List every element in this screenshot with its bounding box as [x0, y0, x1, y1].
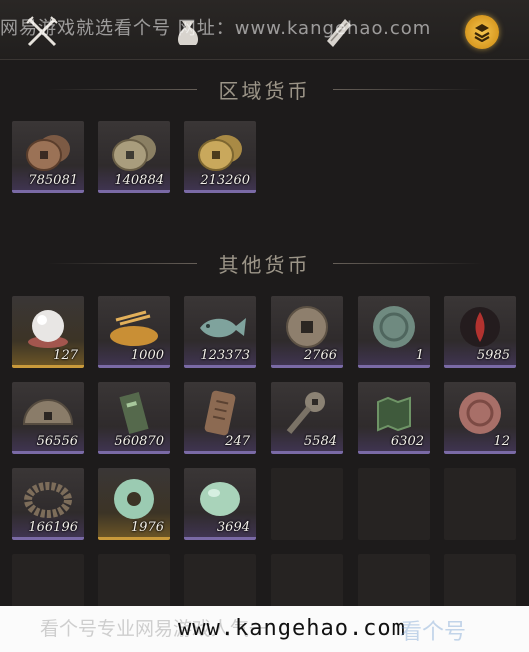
item-count: 213260	[200, 173, 250, 188]
tab-pouch[interactable]	[168, 12, 208, 52]
jade-stone-icon	[192, 474, 248, 524]
currency-tile[interactable]: 2766	[271, 296, 343, 368]
currency-tile[interactable]: 5584	[271, 382, 343, 454]
red-flame-token-icon	[452, 302, 508, 352]
item-count: 5584	[303, 434, 337, 449]
grain-pile-icon	[106, 302, 162, 352]
item-count: 166196	[28, 520, 78, 535]
silver-coin-stack-icon	[106, 127, 162, 177]
currency-tile[interactable]: 166196	[12, 468, 84, 540]
item-count: 123373	[200, 348, 250, 363]
gold-coin-stack-icon	[192, 127, 248, 177]
empty-slot	[271, 468, 343, 540]
item-count: 1	[415, 348, 424, 363]
item-count: 785081	[28, 173, 78, 188]
jade-fish-icon	[192, 302, 248, 352]
spade-coin-icon	[279, 388, 335, 438]
coin-stack-icon	[465, 15, 499, 49]
top-tab-bar: 网易游戏就选看个号 网址：www.kangehao.com	[0, 0, 529, 60]
tab-scroll[interactable]	[318, 12, 358, 52]
divider-left	[46, 262, 197, 264]
item-count: 6302	[390, 434, 424, 449]
bronze-coin-icon	[279, 302, 335, 352]
banner-logo: 看个号	[400, 620, 467, 645]
jade-bi-disc-icon	[106, 474, 162, 524]
currency-tile[interactable]: 5985	[444, 296, 516, 368]
divider-right	[332, 262, 483, 264]
currency-tile[interactable]: 56556	[12, 382, 84, 454]
crossed-swords-icon	[26, 16, 58, 47]
currency-tile[interactable]: 1000	[98, 296, 170, 368]
bottom-banner: 看个号专业网易游戏人气一 www.kangehao.com 看个号	[0, 606, 529, 652]
scroll-icon	[327, 19, 351, 47]
tab-currency[interactable]	[462, 12, 502, 52]
item-count: 56556	[36, 434, 78, 449]
divider-right	[332, 88, 483, 90]
currency-tile[interactable]: 127	[12, 296, 84, 368]
item-count: 5985	[476, 348, 510, 363]
jade-tablet-icon	[106, 388, 162, 438]
item-count: 247	[225, 434, 250, 449]
bead-bracelet-icon	[20, 474, 76, 524]
watermark-top: 网易游戏就选看个号 网址：www.kangehao.com	[0, 18, 432, 39]
item-count: 12	[493, 434, 510, 449]
copper-coin-stack-icon	[20, 127, 76, 177]
currency-tile[interactable]: 1	[358, 296, 430, 368]
item-count: 1000	[130, 348, 164, 363]
divider-left	[46, 88, 197, 90]
currency-tile[interactable]: 560870	[98, 382, 170, 454]
half-coin-icon	[20, 388, 76, 438]
map-fragment-icon	[366, 388, 422, 438]
jade-medallion-icon	[366, 302, 422, 352]
item-count: 2766	[303, 348, 337, 363]
currency-tile[interactable]: 247	[184, 382, 256, 454]
red-medallion-icon	[452, 388, 508, 438]
pouch-icon	[178, 21, 198, 45]
item-count: 560870	[114, 434, 164, 449]
banner-url[interactable]: www.kangehao.com	[178, 616, 406, 641]
empty-slot	[358, 468, 430, 540]
currency-tile[interactable]: 785081	[12, 121, 84, 193]
section-title-other: 其他货币	[218, 252, 311, 277]
bronze-plaque-icon	[192, 388, 248, 438]
section-title-regional: 区域货币	[218, 78, 311, 103]
section-header-regional: 区域货币	[0, 74, 529, 104]
currency-tile[interactable]: 140884	[98, 121, 170, 193]
currency-tile[interactable]: 6302	[358, 382, 430, 454]
item-count: 140884	[114, 173, 164, 188]
currency-tile[interactable]: 3694	[184, 468, 256, 540]
item-count: 1976	[130, 520, 164, 535]
currency-tile[interactable]: 12	[444, 382, 516, 454]
section-header-other: 其他货币	[0, 248, 529, 278]
pearl-icon	[20, 302, 76, 352]
item-count: 127	[53, 348, 78, 363]
currency-tile[interactable]: 213260	[184, 121, 256, 193]
currency-tile[interactable]: 123373	[184, 296, 256, 368]
currency-tile[interactable]: 1976	[98, 468, 170, 540]
tab-crossed-swords[interactable]	[22, 12, 62, 52]
empty-slot	[444, 468, 516, 540]
item-count: 3694	[216, 520, 250, 535]
